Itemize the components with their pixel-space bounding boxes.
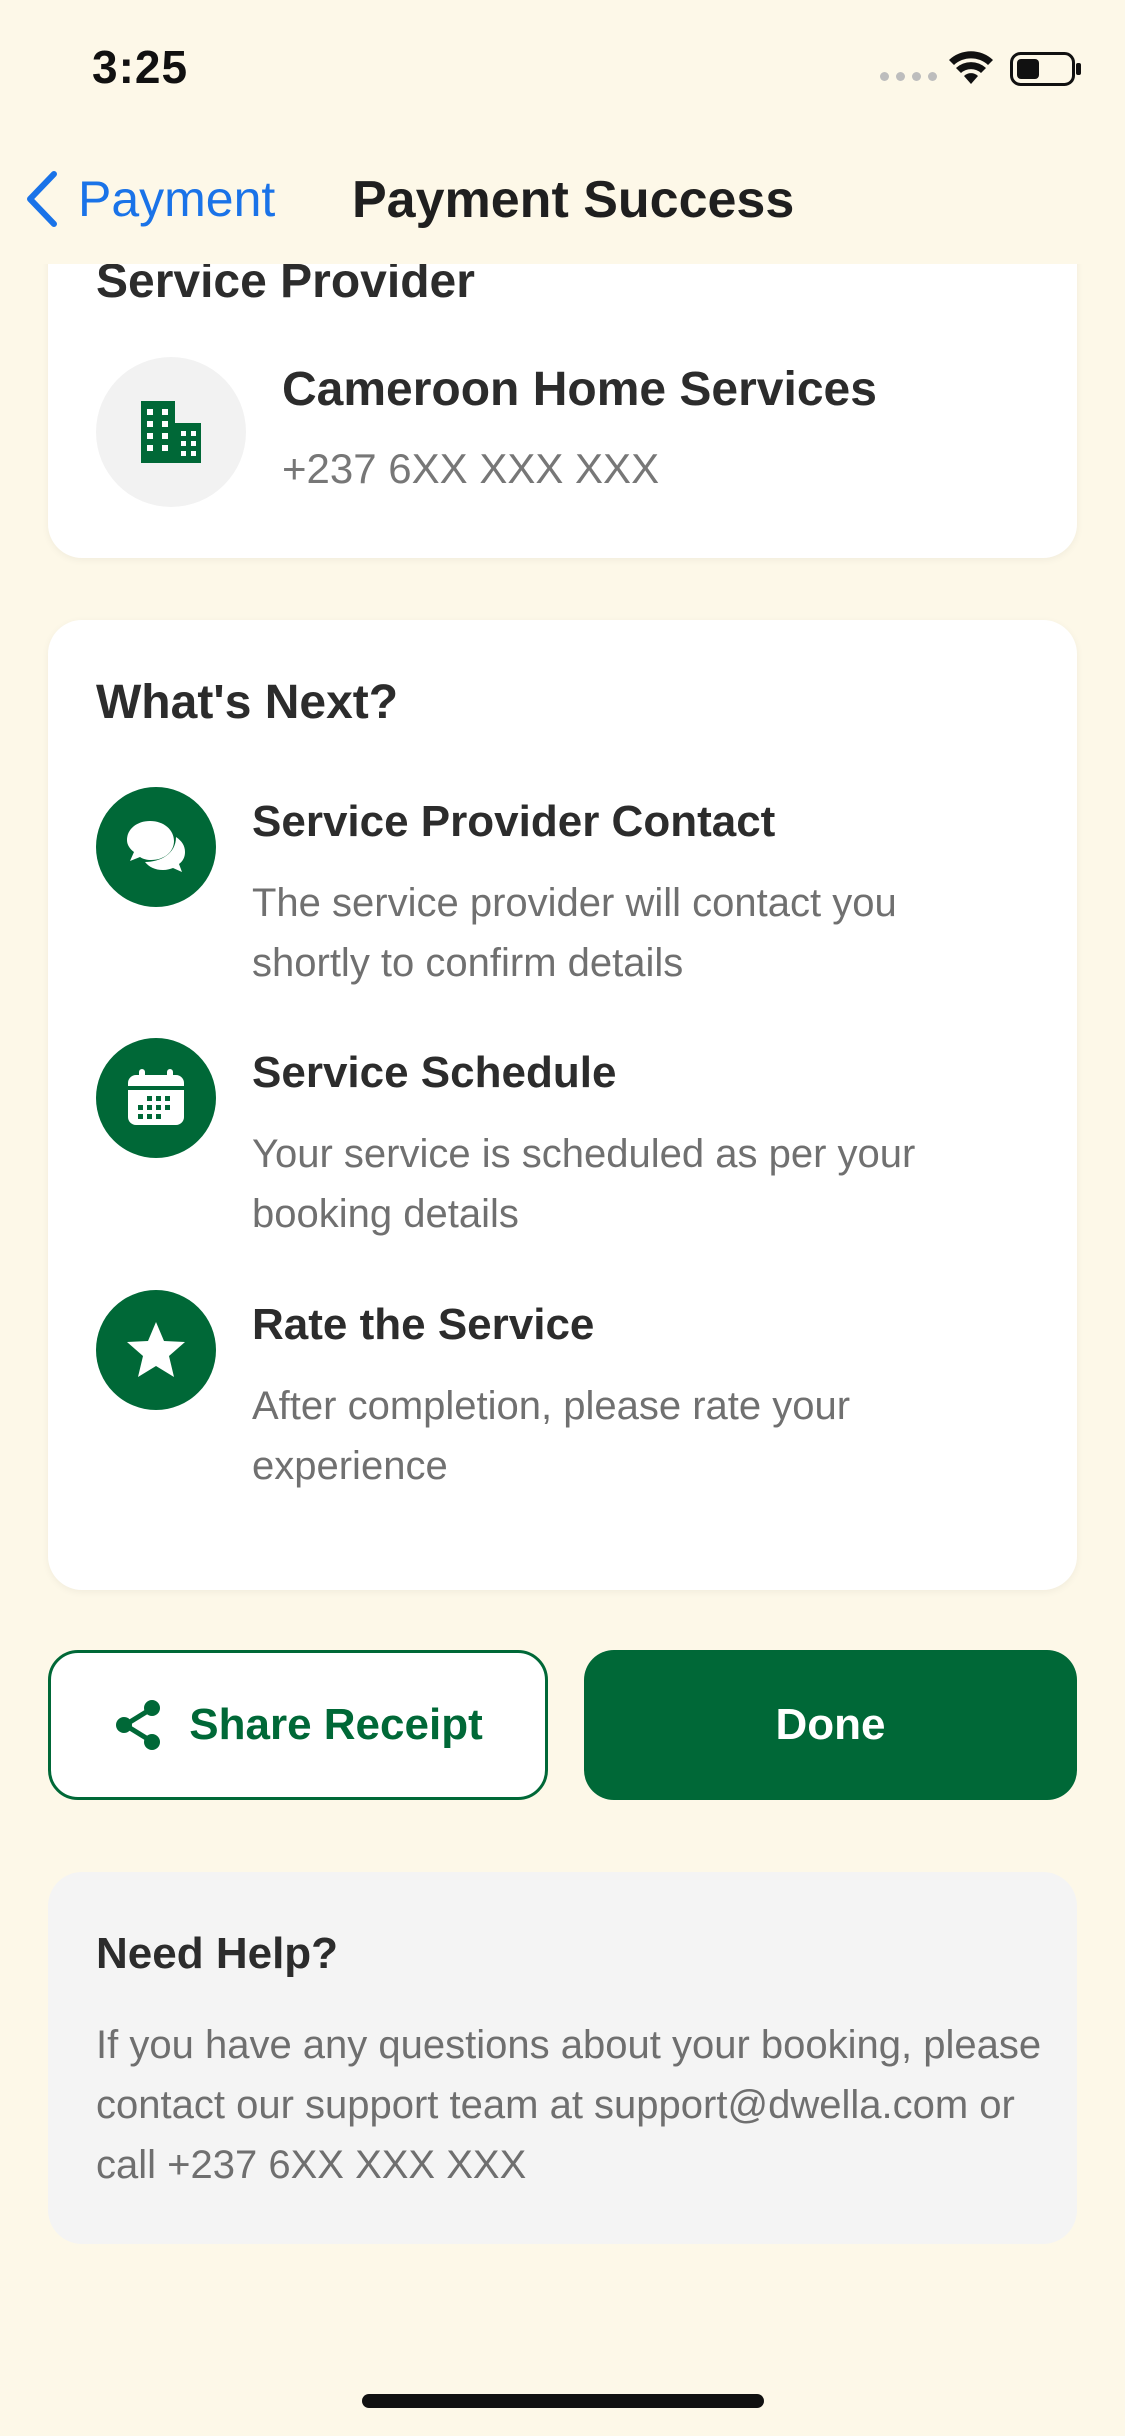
service-provider-card: Service Provider Cameroon Home Services … bbox=[48, 230, 1077, 558]
calendar-icon bbox=[96, 1038, 216, 1158]
provider-avatar bbox=[96, 357, 246, 507]
share-receipt-label: Share Receipt bbox=[189, 1700, 483, 1749]
chat-icon bbox=[96, 787, 216, 907]
navigation-bar: Payment Payment Success bbox=[0, 140, 1125, 264]
step-description: Your service is scheduled as per your bo… bbox=[252, 1132, 916, 1236]
status-bar: 3:25 bbox=[0, 0, 1125, 140]
help-text: If you have any questions about your boo… bbox=[96, 2023, 1042, 2187]
help-heading: Need Help? bbox=[96, 1929, 339, 1978]
step-provider-contact: Service Provider Contact The service pro… bbox=[96, 787, 1036, 1017]
share-receipt-button[interactable]: Share Receipt bbox=[48, 1650, 548, 1800]
whats-next-heading: What's Next? bbox=[96, 676, 399, 729]
status-time: 3:25 bbox=[92, 41, 189, 93]
help-box: Need Help? If you have any questions abo… bbox=[48, 1872, 1077, 2244]
whats-next-card: What's Next? Service Provider Contact Th… bbox=[48, 620, 1077, 1590]
step-title: Service Provider Contact bbox=[252, 797, 776, 846]
step-rate-service: Rate the Service After completion, pleas… bbox=[96, 1290, 1036, 1520]
step-service-schedule: Service Schedule Your service is schedul… bbox=[96, 1038, 1036, 1268]
done-label: Done bbox=[775, 1700, 886, 1749]
step-description: After completion, please rate your exper… bbox=[252, 1384, 851, 1488]
done-button[interactable]: Done bbox=[584, 1650, 1077, 1800]
signal-icon bbox=[880, 72, 937, 81]
page-title: Payment Success bbox=[352, 171, 795, 229]
wifi-icon bbox=[949, 51, 993, 84]
share-icon bbox=[116, 1700, 161, 1750]
home-indicator[interactable] bbox=[362, 2394, 764, 2408]
back-button[interactable]: Payment bbox=[24, 170, 275, 228]
step-description: The service provider will contact you sh… bbox=[252, 881, 897, 985]
back-label: Payment bbox=[78, 171, 276, 227]
chevron-left-icon bbox=[27, 171, 57, 227]
building-icon bbox=[141, 401, 201, 463]
step-title: Service Schedule bbox=[252, 1048, 617, 1097]
battery-icon bbox=[1010, 52, 1081, 86]
step-title: Rate the Service bbox=[252, 1300, 595, 1349]
star-icon bbox=[96, 1290, 216, 1410]
provider-name: Cameroon Home Services bbox=[282, 363, 877, 416]
provider-phone[interactable]: +237 6XX XXX XXX bbox=[282, 445, 659, 493]
